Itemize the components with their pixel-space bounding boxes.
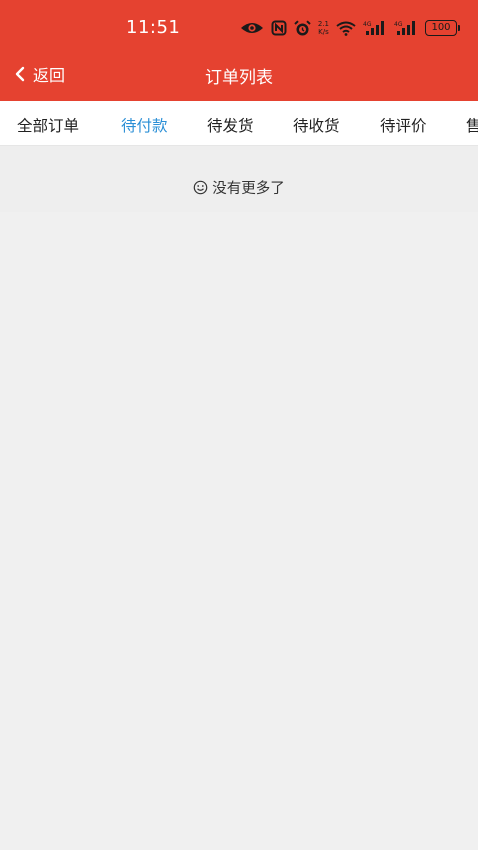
smile-icon	[193, 180, 208, 195]
header: 11:51 2.1 K/s 4G 4G 100 返回 订单列表	[0, 0, 478, 101]
network-speed: 2.1 K/s	[318, 20, 329, 36]
tab-pending-receipt[interactable]: 待收货	[293, 114, 340, 136]
svg-text:4G: 4G	[363, 21, 372, 28]
network-speed-value: 2.1	[317, 20, 329, 28]
battery-icon: 100	[425, 20, 460, 36]
status-time: 11:51	[126, 17, 181, 38]
list-footer: 没有更多了	[0, 146, 478, 212]
signal-4g-icon: 4G	[363, 21, 384, 35]
battery-tip	[458, 25, 460, 31]
order-tabs: 全部订单 待付款 待发货 待收货 待评价 售	[0, 101, 478, 146]
nfc-icon	[271, 20, 287, 36]
battery-level: 100	[425, 20, 457, 36]
empty-hint-text: 没有更多了	[212, 181, 285, 197]
wifi-icon	[336, 21, 356, 36]
eye-icon	[240, 23, 263, 33]
status-icons: 2.1 K/s 4G 4G 100	[240, 18, 460, 38]
tab-pending-shipment[interactable]: 待发货	[207, 114, 254, 136]
nav-bar: 返回 订单列表	[0, 56, 478, 101]
tab-pending-payment[interactable]: 待付款	[121, 114, 168, 136]
status-bar: 11:51 2.1 K/s 4G 4G 100	[0, 0, 478, 56]
network-speed-unit: K/s	[318, 28, 329, 36]
tab-pending-review[interactable]: 待评价	[380, 114, 427, 136]
empty-hint: 没有更多了	[0, 177, 478, 198]
page-title: 订单列表	[205, 68, 273, 88]
order-list	[0, 212, 478, 850]
alarm-icon	[294, 19, 311, 35]
svg-text:4G: 4G	[394, 21, 403, 28]
tab-all-orders[interactable]: 全部订单	[17, 114, 79, 136]
tab-after-sales[interactable]: 售	[466, 114, 478, 136]
signal-4g-icon: 4G	[394, 21, 415, 35]
